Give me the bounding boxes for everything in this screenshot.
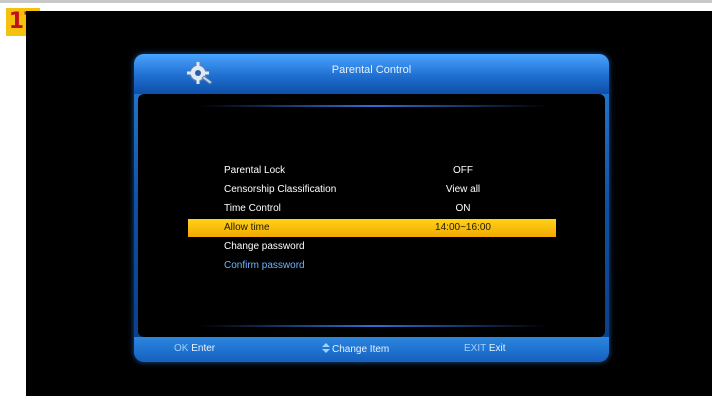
menu-panel: Parental Lock OFF Censorship Classificat… <box>138 94 605 337</box>
divider-top <box>198 105 548 107</box>
change-label: Change Item <box>332 344 390 355</box>
top-rule <box>0 0 712 3</box>
menu-item-label: Confirm password <box>224 260 305 271</box>
menu-item-label: Parental Lock <box>224 165 286 176</box>
ok-key: OK <box>174 343 189 354</box>
divider-bottom <box>198 325 548 327</box>
menu-item-time-control[interactable]: Time Control ON <box>188 200 556 218</box>
menu-item-value: 14:00~16:00 <box>435 222 491 233</box>
menu-item-censorship[interactable]: Censorship Classification View all <box>188 181 556 199</box>
hint-exit: EXIT Exit <box>464 343 506 354</box>
up-down-arrows-icon <box>322 343 330 353</box>
ok-label: Enter <box>191 343 216 354</box>
exit-key: EXIT <box>464 343 487 354</box>
menu-item-value: OFF <box>453 165 473 176</box>
hint-ok: OK Enter <box>174 343 215 354</box>
menu-item-allow-time[interactable]: Allow time 14:00~16:00 <box>188 219 556 237</box>
hint-change-item: Change Item <box>322 343 389 355</box>
menu-item-value: View all <box>445 184 481 195</box>
dialog-title: Parental Control <box>331 64 412 76</box>
menu-item-parental-lock[interactable]: Parental Lock OFF <box>188 162 556 180</box>
menu-item-change-password[interactable]: Change password <box>188 238 556 256</box>
exit-label: Exit <box>488 343 506 354</box>
title-bar: Parental Control <box>134 54 609 94</box>
menu-item-label: Allow time <box>224 222 270 233</box>
footer-hints: OK Enter Change Item EXIT Exit <box>134 337 609 362</box>
menu-item-label: Time Control <box>224 203 281 214</box>
tv-screen: Parental Control Parental Lock OFF Censo… <box>26 11 712 396</box>
parental-control-dialog: Parental Control Parental Lock OFF Censo… <box>134 54 609 362</box>
menu-item-confirm-password[interactable]: Confirm password <box>188 257 556 275</box>
menu-item-value: ON <box>455 203 471 214</box>
menu-item-label: Change password <box>224 241 305 252</box>
menu-item-label: Censorship Classification <box>224 184 337 195</box>
